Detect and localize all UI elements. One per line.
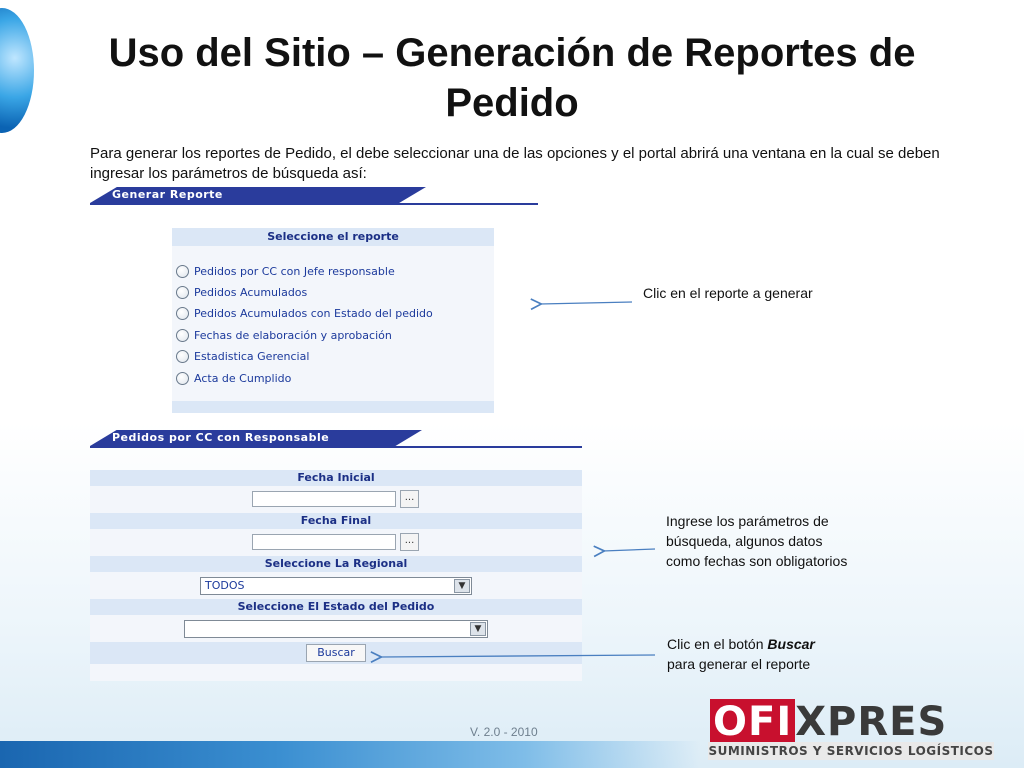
- version-label: V. 2.0 - 2010: [470, 725, 538, 739]
- logo-tagline: SUMINISTROS Y SERVICIOS LOGÍSTICOS: [708, 742, 994, 760]
- logo-brand-red: OFI: [710, 699, 796, 745]
- ofixpres-logo: OFIXPRES SUMINISTROS Y SERVICIOS LOGÍSTI…: [708, 699, 994, 762]
- arrow-to-report-options: [540, 302, 633, 304]
- bottom-decorative-band: [0, 741, 700, 768]
- arrow-to-form-fields: [603, 549, 656, 551]
- arrow-to-buscar-button: [380, 655, 656, 657]
- logo-brand: OFIXPRES: [710, 699, 948, 745]
- logo-brand-dark: XPRES: [795, 699, 948, 745]
- callout-arrows: [0, 0, 656, 768]
